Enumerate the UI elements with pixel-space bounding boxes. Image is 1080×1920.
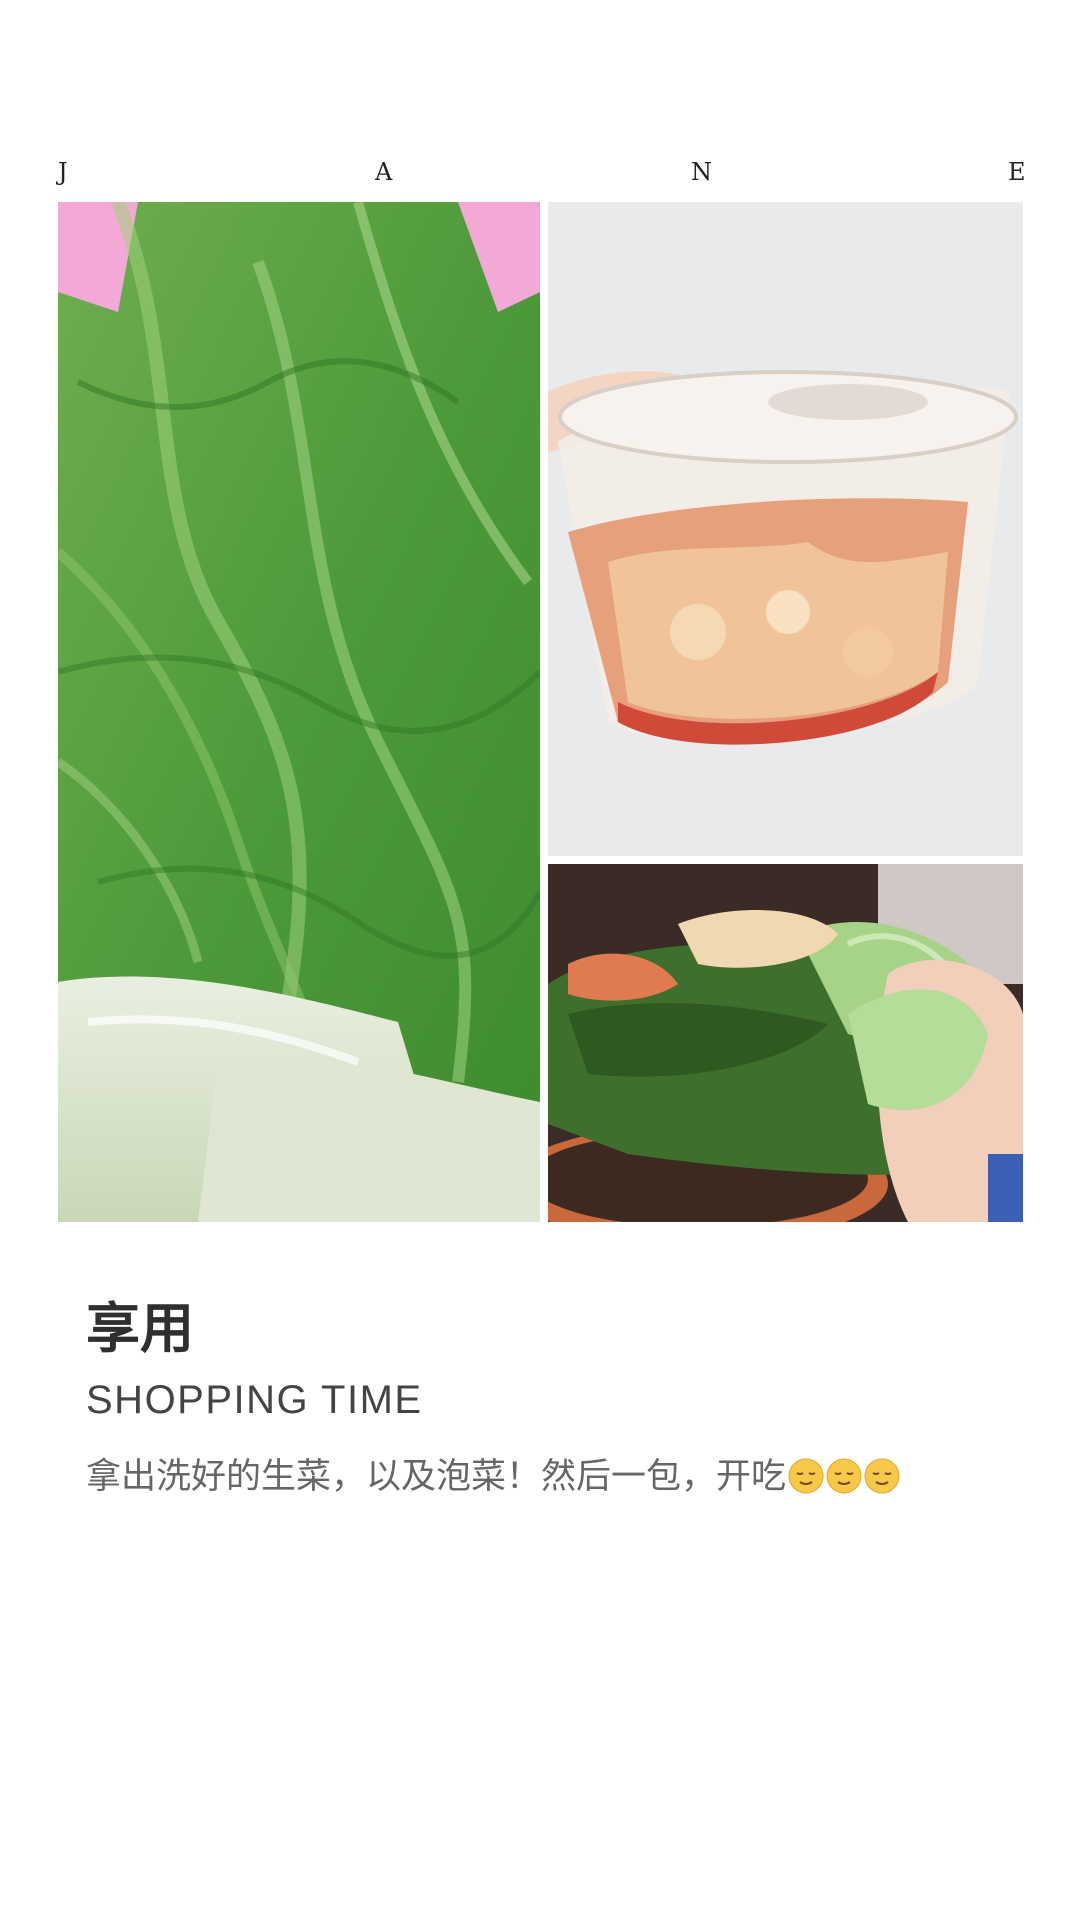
relieved-face-icon — [788, 1458, 824, 1494]
lettuce-photo[interactable] — [58, 202, 540, 1222]
kimchi-container-photo[interactable] — [548, 202, 1023, 856]
lettuce-image — [58, 202, 540, 1222]
brand-letter-j: J — [58, 158, 68, 186]
photo-collage — [58, 202, 1023, 1222]
wrap-image — [548, 864, 1023, 1222]
brand-letter-e: E — [1008, 158, 1026, 186]
emoji-group — [786, 1457, 900, 1497]
description-row: 拿出洗好的生菜，以及泡菜！然后一包，开吃 — [86, 1456, 900, 1498]
lettuce-wrap-photo[interactable] — [548, 864, 1023, 1222]
page-title: 享用 — [86, 1297, 194, 1360]
kimchi-image — [548, 202, 1023, 856]
relieved-face-icon — [864, 1458, 900, 1494]
relieved-face-icon — [826, 1458, 862, 1494]
description-text: 拿出洗好的生菜，以及泡菜！然后一包，开吃 — [86, 1457, 787, 1497]
brand-letter-a: A — [375, 158, 393, 186]
brand-letter-n: N — [691, 158, 712, 186]
brand-letters: J A N E — [58, 158, 1026, 188]
page-subtitle: SHOPPING TIME — [86, 1378, 423, 1422]
